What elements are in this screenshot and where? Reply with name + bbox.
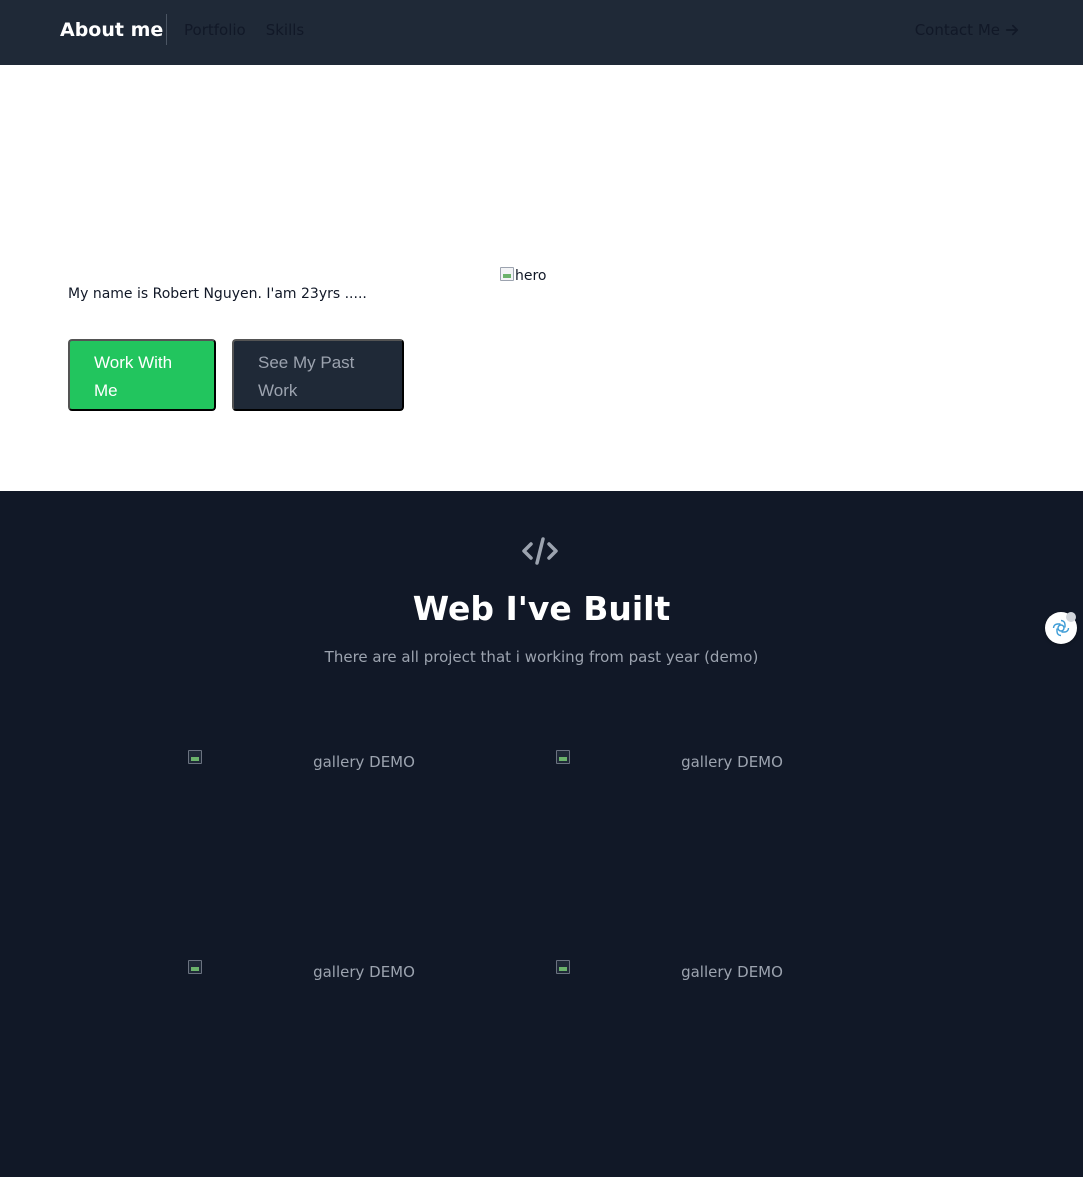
gallery-item[interactable]: gallery DEMO <box>556 750 876 910</box>
hero-image-alt: hero <box>515 268 547 284</box>
gallery-item[interactable]: gallery DEMO <box>188 750 508 910</box>
projects-section: Web I've Built There are all project tha… <box>0 491 1083 1177</box>
contact-me-link[interactable]: Contact Me <box>915 20 1019 40</box>
gallery-image-alt: gallery DEMO <box>313 753 415 771</box>
code-icon <box>522 537 558 565</box>
gallery-image-alt: gallery DEMO <box>681 963 783 981</box>
nav-link-portfolio[interactable]: Portfolio <box>184 20 246 40</box>
nav-links: Portfolio Skills <box>184 20 304 40</box>
gallery-image-alt: gallery DEMO <box>681 753 783 771</box>
work-with-me-button[interactable]: Work With Me <box>68 339 216 411</box>
section-subtitle: There are all project that i working fro… <box>324 648 759 666</box>
top-navbar: About me Portfolio Skills Contact Me <box>0 0 1083 65</box>
section-title: Web I've Built <box>412 589 671 628</box>
hero-section: My name is Robert Nguyen. I'am 23yrs ...… <box>0 65 1083 491</box>
gallery-item[interactable]: gallery DEMO <box>188 960 508 1120</box>
gallery-image-alt: gallery DEMO <box>313 963 415 981</box>
brand-title[interactable]: About me <box>60 18 163 42</box>
contact-me-label: Contact Me <box>914 21 1000 39</box>
broken-image-icon <box>500 267 514 281</box>
widget-close-icon[interactable] <box>1066 612 1076 622</box>
arrow-right-icon <box>1005 24 1019 36</box>
hero-image: hero <box>500 267 547 285</box>
hero-intro-text: My name is Robert Nguyen. I'am 23yrs ...… <box>68 286 367 302</box>
nav-divider <box>166 14 167 45</box>
gallery-item[interactable]: gallery DEMO <box>556 960 876 1120</box>
see-past-work-button[interactable]: See My Past Work <box>232 339 404 411</box>
nav-link-skills[interactable]: Skills <box>266 20 305 40</box>
